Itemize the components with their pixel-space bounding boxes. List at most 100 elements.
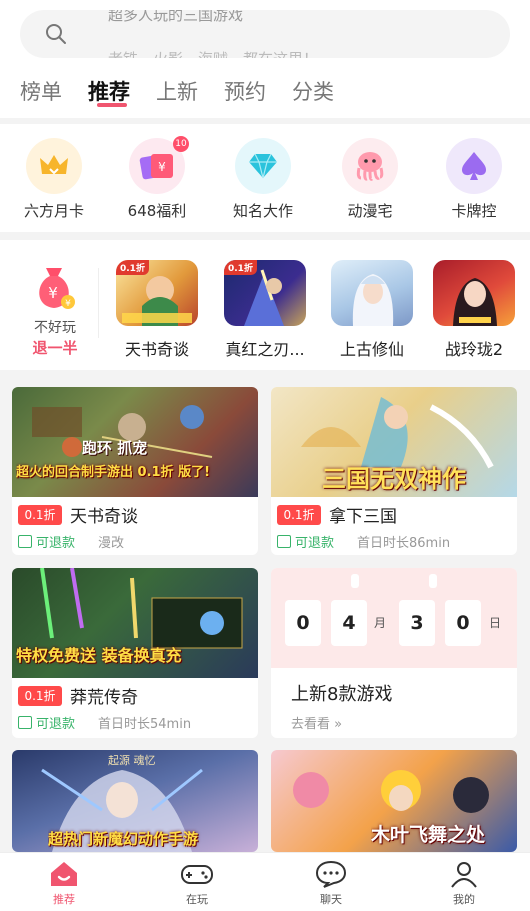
discount-tag: 0.1折 [224,260,257,275]
game-icon-zhenhong[interactable]: 0.1折 [224,260,306,326]
nav-label: 我的 [453,893,475,906]
badge-count: 10 [173,136,189,152]
countdown-digit: 0 [445,600,481,646]
banner-caption: 木叶飞舞之处 [371,824,486,846]
tab-new[interactable]: 上新 [156,76,198,106]
banner-overlay-text: 起源 魂忆 [108,754,156,767]
calendar-peg [351,574,359,588]
discount-badge: 0.1折 [277,505,321,525]
search-hint-line1: 超多人玩的三国游戏 [108,10,244,24]
refund-label: 可退款 [18,713,75,732]
refund-icon [277,535,291,548]
countdown-title: 上新8款游戏 [291,684,393,705]
banner-caption: 超火的回合制手游出 0.1折 版了! [16,465,211,480]
octopus-icon [342,138,398,194]
game-name: 上古修仙 [339,340,404,359]
promo-highlight[interactable]: 退一半 [20,337,90,358]
game-card-qiyuan[interactable]: 起源 魂忆 超热门新魔幻动作手游 [12,750,258,852]
diamond-icon [235,138,291,194]
refund-label: 可退款 [277,532,334,551]
countdown-digit: 0 [285,600,321,646]
game-card-naxia-sanguo[interactable]: 三国无双神作 0.1折 拿下三国 可退款 首日时长86min [271,387,517,555]
countdown-digit: 4 [331,600,367,646]
nav-label: 聊天 [320,893,342,906]
nav-recommend[interactable]: 推荐 [24,859,104,907]
promo-text: 不好玩 [34,320,76,336]
banner-caption: 三国无双神作 [322,465,466,493]
banner-caption: 特权免费送 装备换真充 [16,646,182,665]
countdown-unit: 日 [489,616,502,630]
game-banner-image: 起源 魂忆 超热门新魔幻动作手游 [12,750,258,852]
category-label: 六方月卡 [23,202,84,220]
game-banner-image: 木叶飞舞之处 [271,750,517,852]
refund-icon [18,535,32,548]
countdown-unit: 月 [374,616,387,630]
category-label: 知名大作 [232,202,293,220]
top-header: 超多人玩的三国游戏 老铁，火影，海贼，都在这里！ 榜单 推荐 上新 预约 分类 [0,0,530,118]
money-bag-icon: ¥¥ [39,268,75,309]
nav-label: 推荐 [53,893,75,906]
category-card-game[interactable]: 卡牌控 [424,138,524,221]
profile-icon [451,862,477,888]
category-648-welfare[interactable]: ¥ 10 648福利 [107,136,207,221]
nav-label: 在玩 [186,893,208,906]
game-name: 战玲珑2 [444,340,504,359]
chat-icon [315,860,347,888]
category-label: 动漫宅 [347,202,393,220]
refund-label: 可退款 [18,532,75,551]
active-tab-indicator [97,103,127,107]
view-more-link[interactable]: 去看看 » [291,713,342,732]
game-title: 拿下三国 [329,507,397,527]
gamepad-icon [181,865,213,884]
crown-icon [26,138,82,194]
new-games-countdown-card[interactable]: 0 4 月 3 0 日 上新8款游戏 去看看 » [271,568,517,738]
svg-text:¥: ¥ [48,284,58,302]
tab-category[interactable]: 分类 [292,76,334,106]
game-icon-zhanlinglong[interactable] [433,260,515,326]
game-meta: 漫改 [98,536,125,551]
search-bar[interactable]: 超多人玩的三国游戏 老铁，火影，海贼，都在这里！ [20,10,510,58]
spade-icon [446,138,502,194]
svg-text:¥: ¥ [65,299,71,309]
game-banner-image: 跑环 抓宠 超火的回合制手游出 0.1折 版了! [12,387,258,497]
svg-text:¥: ¥ [158,160,166,174]
game-card-manghuang[interactable]: 特权免费送 装备换真充 0.1折 莽荒传奇 可退款 首日时长54min [12,568,258,738]
search-icon [46,24,66,44]
nav-profile[interactable]: 我的 [424,859,504,907]
calendar-peg [429,574,437,588]
ticket-icon: ¥ 10 [129,136,189,194]
game-card-tianshu[interactable]: 跑环 抓宠 超火的回合制手游出 0.1折 版了! 0.1折 天书奇谈 可退款 漫… [12,387,258,555]
banner-overlay-text: 跑环 抓宠 [82,439,148,457]
game-meta: 首日时长54min [98,717,192,732]
countdown-digit: 3 [399,600,435,646]
game-name: 天书奇谈 [124,340,189,359]
game-icon-tianshu[interactable]: 0.1折 [116,260,198,326]
search-hint-line2: 老铁，火影，海贼，都在这里！ [108,48,318,58]
game-card-naruto[interactable]: 木叶飞舞之处 [271,750,517,852]
discount-tag: 0.1折 [116,260,149,275]
home-icon [51,862,77,886]
bottom-nav: 推荐 在玩 聊天 我的 [0,852,530,911]
discount-badge: 0.1折 [18,686,62,706]
category-monthly-card[interactable]: 六方月卡 [4,138,104,221]
nav-chat[interactable]: 聊天 [291,859,371,907]
game-icon-shanggu[interactable] [331,260,413,326]
game-meta: 首日时长86min [357,536,451,551]
countdown-band: 0 4 月 3 0 日 [271,568,517,668]
game-name: 真红之刃... [225,340,305,359]
category-label: 卡牌控 [451,202,497,220]
game-title: 天书奇谈 [70,507,138,527]
refund-promo-section: ¥ ¥ 不好玩 退一半 0.1折 天书奇谈 0.1折 真红之刃... 上古修仙 战… [0,240,530,370]
tab-ranking[interactable]: 榜单 [20,76,62,106]
category-row: 六方月卡 ¥ 10 648福利 知名大作 动漫宅 卡牌控 [0,124,530,232]
tab-recommend[interactable]: 推荐 [88,76,130,106]
category-famous-games[interactable]: 知名大作 [213,138,313,221]
tab-reserve[interactable]: 预约 [224,76,266,106]
banner-caption: 超热门新魔幻动作手游 [48,830,199,848]
game-title: 莽荒传奇 [70,688,138,708]
divider [98,268,99,338]
category-label: 648福利 [127,202,187,220]
game-banner-image: 特权免费送 装备换真充 [12,568,258,678]
category-anime[interactable]: 动漫宅 [320,138,420,221]
nav-playing[interactable]: 在玩 [157,859,237,907]
